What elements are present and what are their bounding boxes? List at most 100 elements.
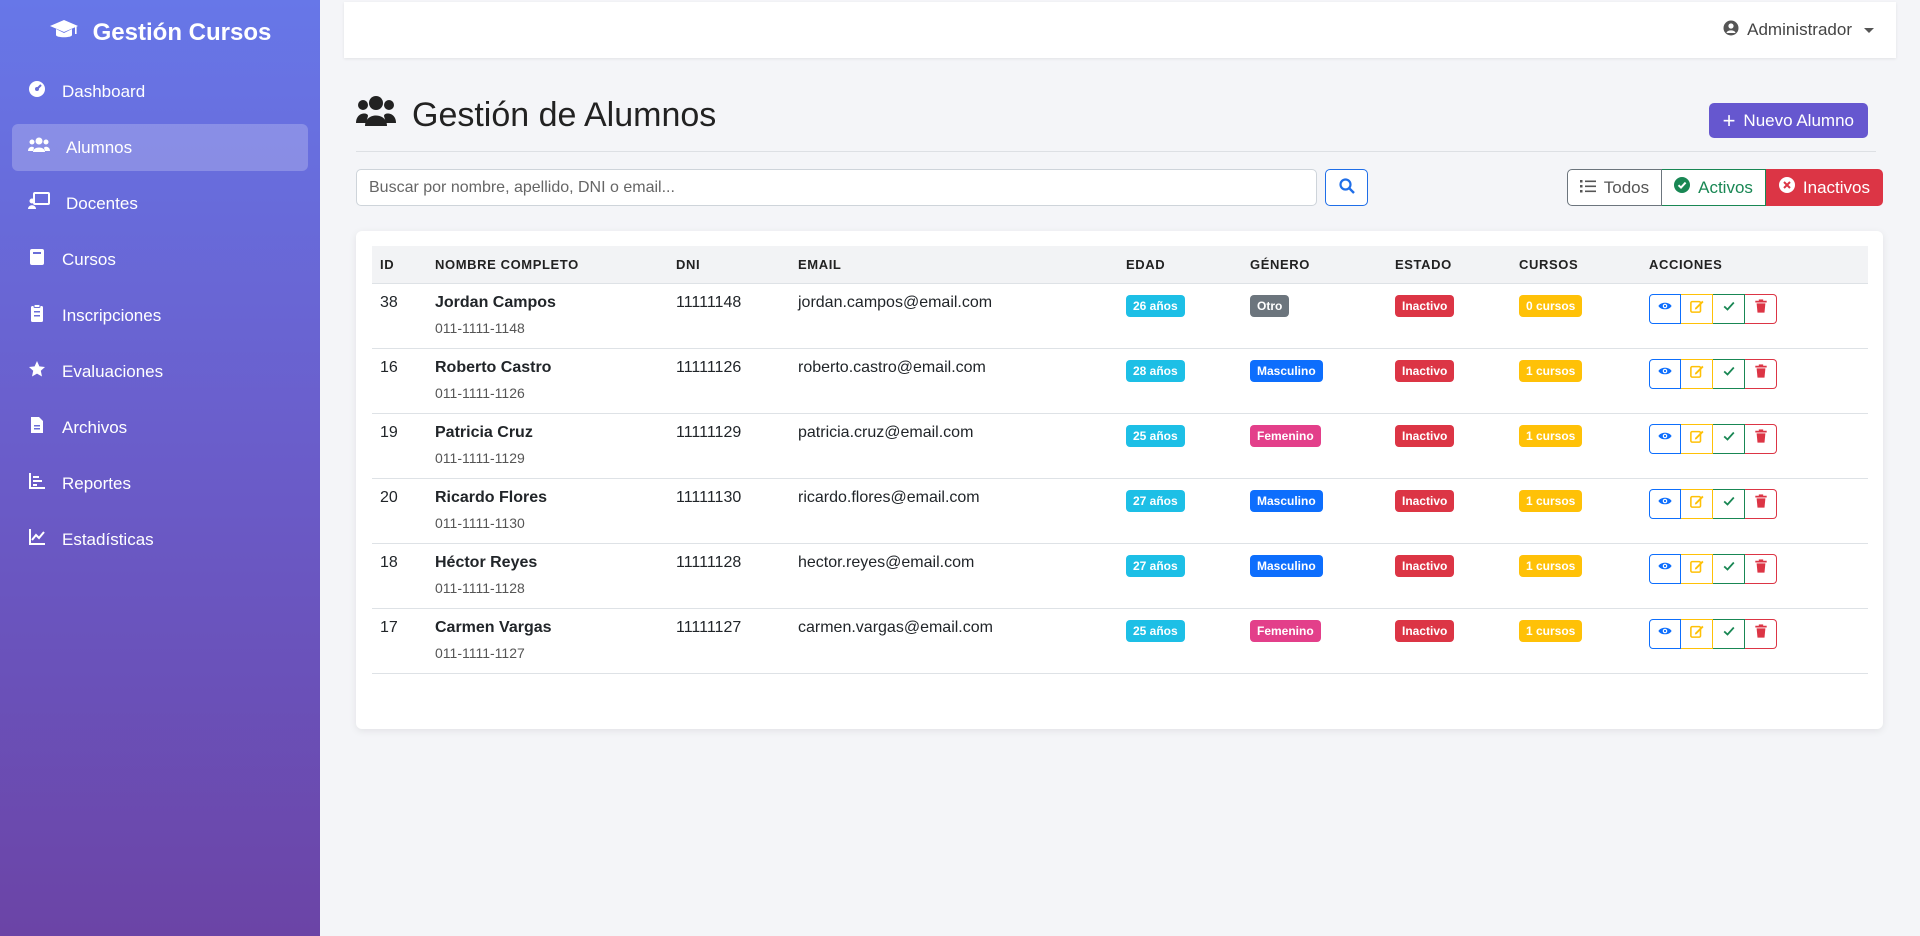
delete-button[interactable]: [1745, 423, 1777, 454]
brand[interactable]: Gestión Cursos: [0, 0, 320, 64]
student-phone: 011-1111-1129: [435, 449, 525, 466]
filter-inactive-button[interactable]: Inactivos: [1765, 169, 1883, 206]
status-badge: Inactivo: [1395, 294, 1455, 317]
courses-badge: 1 cursos: [1519, 554, 1583, 577]
search-input[interactable]: [356, 169, 1317, 206]
sidebar-item-label: Inscripciones: [62, 305, 162, 325]
table-row: 18 Héctor Reyes 011-1111-1128 11111128 he…: [372, 543, 1868, 609]
sidebar-nav: Dashboard Alumnos Docentes Cursos Inscri…: [0, 68, 320, 563]
student-name: Carmen Vargas: [435, 618, 552, 636]
age-badge: 25 años: [1126, 619, 1185, 642]
delete-button[interactable]: [1745, 553, 1777, 584]
student-name: Patricia Cruz: [435, 423, 533, 441]
courses-badge: 0 cursos: [1519, 294, 1583, 317]
activate-button[interactable]: [1713, 423, 1745, 454]
new-student-button[interactable]: + Nuevo Alumno: [1708, 103, 1868, 138]
cell-email: roberto.castro@email.com: [790, 348, 1118, 414]
student-phone: 011-1111-1126: [435, 384, 525, 401]
edit-button[interactable]: [1681, 488, 1713, 519]
activate-button[interactable]: [1713, 553, 1745, 584]
activate-button[interactable]: [1713, 618, 1745, 649]
view-button[interactable]: [1649, 553, 1681, 584]
cell-gender: Femenino: [1242, 608, 1387, 674]
cell-status: Inactivo: [1387, 413, 1511, 479]
trash-icon: [1754, 429, 1768, 448]
cell-id: 18: [372, 543, 427, 609]
filter-all-button[interactable]: Todos: [1566, 169, 1663, 206]
view-button[interactable]: [1649, 488, 1681, 519]
user-circle-icon: [1723, 20, 1739, 41]
cell-dni: 11111130: [668, 478, 790, 544]
delete-button[interactable]: [1745, 488, 1777, 519]
cell-age: 26 años: [1118, 283, 1242, 349]
student-phone: 011-1111-1128: [435, 579, 525, 596]
sidebar-item-alumnos[interactable]: Alumnos: [12, 124, 308, 171]
cell-id: 16: [372, 348, 427, 414]
cell-courses: 1 cursos: [1511, 413, 1641, 479]
view-button[interactable]: [1649, 358, 1681, 389]
cell-actions: [1641, 348, 1868, 414]
sidebar-item-inscripciones[interactable]: Inscripciones: [12, 292, 308, 339]
cell-email: hector.reyes@email.com: [790, 543, 1118, 609]
sidebar-item-cursos[interactable]: Cursos: [12, 236, 308, 283]
sidebar-item-dashboard[interactable]: Dashboard: [12, 68, 308, 115]
cell-gender: Otro: [1242, 283, 1387, 349]
trash-icon: [1754, 559, 1768, 578]
cell-courses: 0 cursos: [1511, 283, 1641, 349]
user-menu[interactable]: Administrador: [1723, 20, 1874, 41]
age-badge: 26 años: [1126, 294, 1185, 317]
edit-button[interactable]: [1681, 358, 1713, 389]
sidebar-item-label: Reportes: [62, 473, 131, 493]
student-phone: 011-1111-1130: [435, 514, 525, 531]
edit-button[interactable]: [1681, 618, 1713, 649]
row-actions: [1649, 553, 1868, 584]
new-student-label: Nuevo Alumno: [1743, 110, 1854, 130]
activate-button[interactable]: [1713, 358, 1745, 389]
line-chart-icon: [28, 528, 46, 551]
cell-dni: 11111128: [668, 543, 790, 609]
edit-button[interactable]: [1681, 293, 1713, 324]
check-icon: [1722, 299, 1736, 318]
row-actions: [1649, 618, 1868, 649]
view-button[interactable]: [1649, 293, 1681, 324]
col-gender: GÉNERO: [1242, 246, 1387, 284]
sidebar-item-evaluaciones[interactable]: Evaluaciones: [12, 348, 308, 395]
delete-button[interactable]: [1745, 293, 1777, 324]
sidebar-item-estadisticas[interactable]: Estadísticas: [12, 516, 308, 563]
edit-button[interactable]: [1681, 423, 1713, 454]
delete-button[interactable]: [1745, 618, 1777, 649]
filter-active-button[interactable]: Activos: [1662, 169, 1766, 206]
view-button[interactable]: [1649, 618, 1681, 649]
book-icon: [28, 248, 46, 271]
edit-button[interactable]: [1681, 553, 1713, 584]
search-row: Todos Activos Inactivos: [356, 169, 1883, 207]
star-icon: [28, 360, 46, 383]
users-icon: [356, 94, 396, 137]
cell-gender: Masculino: [1242, 348, 1387, 414]
cell-id: 38: [372, 283, 427, 349]
row-actions: [1649, 293, 1868, 324]
plus-icon: +: [1722, 107, 1736, 133]
gender-badge: Femenino: [1250, 424, 1321, 447]
delete-button[interactable]: [1745, 358, 1777, 389]
sidebar-item-docentes[interactable]: Docentes: [12, 180, 308, 227]
sidebar-item-reportes[interactable]: Reportes: [12, 460, 308, 507]
col-name: NOMBRE COMPLETO: [427, 246, 668, 284]
sidebar-item-archivos[interactable]: Archivos: [12, 404, 308, 451]
check-icon: [1722, 494, 1736, 513]
search-button[interactable]: [1325, 169, 1368, 206]
table-header-row: ID NOMBRE COMPLETO DNI EMAIL EDAD GÉNERO…: [372, 246, 1868, 284]
age-badge: 27 años: [1126, 554, 1185, 577]
clipboard-icon: [28, 304, 46, 327]
student-phone: 011-1111-1148: [435, 319, 525, 336]
cell-name: Héctor Reyes 011-1111-1128: [427, 543, 668, 609]
view-button[interactable]: [1649, 423, 1681, 454]
eye-icon: [1658, 559, 1672, 578]
sidebar-item-label: Dashboard: [62, 81, 146, 101]
table-row: 17 Carmen Vargas 011-1111-1127 11111127 c…: [372, 608, 1868, 674]
caret-down-icon: [1864, 27, 1874, 33]
student-phone: 011-1111-1127: [435, 644, 525, 661]
activate-button[interactable]: [1713, 488, 1745, 519]
activate-button[interactable]: [1713, 293, 1745, 324]
bar-chart-icon: [28, 472, 46, 495]
